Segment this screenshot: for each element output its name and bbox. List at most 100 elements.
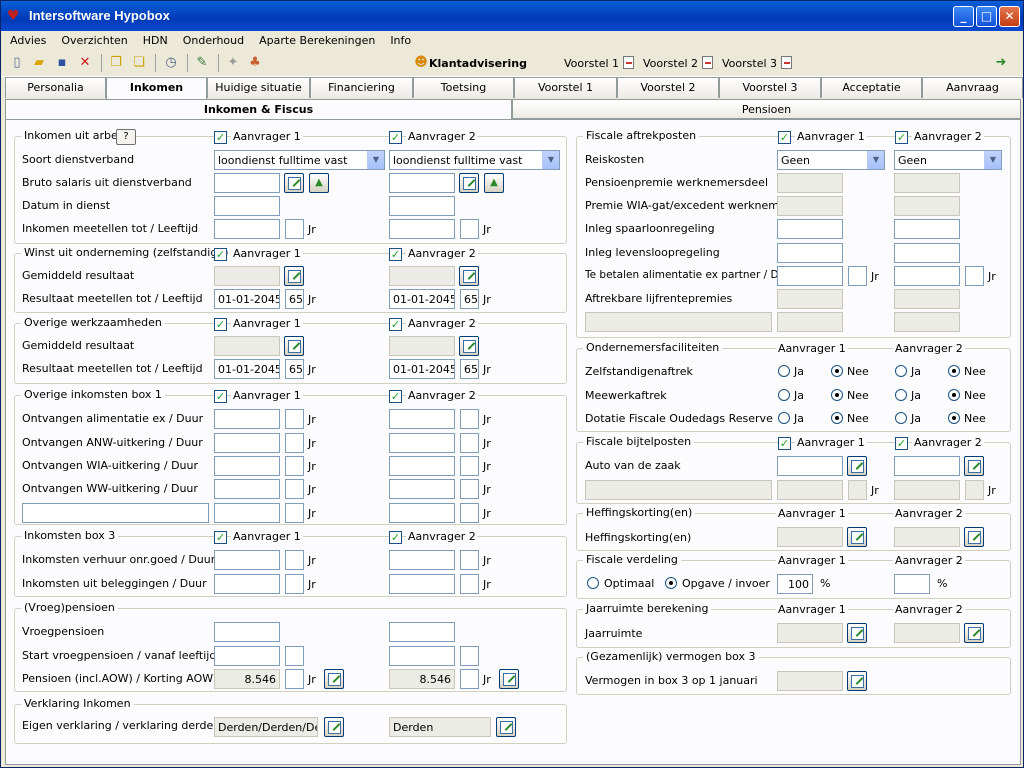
tab-acceptatie[interactable]: Acceptatie (821, 77, 922, 98)
alimentatie-a2-input[interactable] (389, 409, 455, 429)
premie-wia-a1-input[interactable] (777, 196, 843, 216)
meetellen-datum-a1-input[interactable] (214, 219, 280, 239)
tab-voorstel-1[interactable]: Voorstel 1 (514, 77, 617, 98)
tab-voorstel-3[interactable]: Voorstel 3 (719, 77, 821, 98)
save-icon[interactable]: ▪ (54, 55, 70, 71)
voorstel-2-link[interactable]: Voorstel 2 (643, 56, 714, 70)
meewerkaftrek-a2-nee-radio[interactable] (948, 389, 960, 401)
voorstel-3-link[interactable]: Voorstel 3 (722, 56, 793, 70)
alimentatie-ex-a1-input[interactable] (777, 266, 843, 286)
zelfstandigenaftrek-a2-ja-radio[interactable] (895, 365, 907, 377)
dotatie-a1-nee-radio[interactable] (831, 412, 843, 424)
verhuur-a2-input[interactable] (389, 550, 455, 570)
alimentatie-ex-duur-a1-input[interactable] (848, 266, 867, 286)
zelfstandigenaftrek-a1-ja-radio[interactable] (778, 365, 790, 377)
wia-duur-a2-input[interactable] (460, 456, 479, 476)
edit-icon[interactable] (499, 669, 519, 689)
extra-aftrek-a1-input[interactable] (777, 312, 843, 332)
start-vroegpensioen-a2-input[interactable] (389, 646, 455, 666)
meetellen-leeftijd-a1-input[interactable]: 65 (285, 359, 304, 379)
beleggingen-a1-input[interactable] (214, 574, 280, 594)
pensioenpremie-a2-input[interactable] (894, 173, 960, 193)
meetellen-datum-a2-input[interactable] (389, 219, 455, 239)
start-leeftijd-a1-input[interactable] (285, 646, 304, 666)
levensloop-a1-input[interactable] (777, 243, 843, 263)
start-vroegpensioen-a1-input[interactable] (214, 646, 280, 666)
bijtel-a2-input[interactable] (894, 480, 960, 500)
edit-icon[interactable] (964, 623, 984, 643)
edit-icon[interactable] (284, 266, 304, 286)
vroegpensioen-a2-input[interactable] (389, 622, 455, 642)
overige-duur-a1-input[interactable] (285, 503, 304, 523)
edit-icon[interactable] (324, 717, 344, 737)
meewerkaftrek-a2-ja-radio[interactable] (895, 389, 907, 401)
heffingskorting-a1-input[interactable] (777, 527, 843, 547)
aanvrager-2-checkbox[interactable]: ✓ (895, 437, 908, 450)
tab-pensioen[interactable]: Pensioen (512, 99, 1021, 119)
aanvrager-2-checkbox[interactable]: ✓ (389, 531, 402, 544)
vermogen-input[interactable] (777, 671, 843, 691)
aanvrager-1-checkbox[interactable]: ✓ (214, 248, 227, 261)
lijfrentepremies-a1-input[interactable] (777, 289, 843, 309)
paste-icon[interactable]: ❏ (131, 55, 147, 71)
timer-icon[interactable]: ◷ (163, 55, 179, 71)
gemiddeld-resultaat-a1-input[interactable] (214, 336, 280, 356)
new-icon[interactable]: ▯ (9, 55, 25, 71)
soort-dienstverband-a2-select[interactable]: loondienst fulltime vast ▼ (389, 150, 560, 170)
gemiddeld-resultaat-a2-input[interactable] (389, 266, 455, 286)
anw-duur-a2-input[interactable] (460, 433, 479, 453)
edit-icon[interactable] (847, 671, 867, 691)
bruto-salaris-a1-input[interactable] (214, 173, 280, 193)
menu-info[interactable]: Info (381, 31, 417, 47)
anw-a1-input[interactable] (214, 433, 280, 453)
lijfrentepremies-a2-input[interactable] (894, 289, 960, 309)
help-button[interactable]: ? (116, 129, 136, 145)
verklaring-a1-input[interactable]: Derden/Derden/Derden (214, 717, 318, 737)
ww-a1-input[interactable] (214, 479, 280, 499)
overige-a1-input[interactable] (214, 503, 280, 523)
verhuur-duur-a2-input[interactable] (460, 550, 479, 570)
ww-duur-a1-input[interactable] (285, 479, 304, 499)
verhuur-a1-input[interactable] (214, 550, 280, 570)
aanvrager-2-checkbox[interactable]: ✓ (389, 318, 402, 331)
tab-inkomen-fiscus[interactable]: Inkomen & Fiscus (5, 99, 512, 120)
meetellen-leeftijd-a2-input[interactable]: 65 (460, 289, 479, 309)
edit-icon[interactable] (284, 336, 304, 356)
open-icon[interactable]: ▰ (31, 55, 47, 71)
close-button[interactable]: ✕ (999, 6, 1020, 27)
tab-personalia[interactable]: Personalia (5, 77, 106, 98)
edit-icon[interactable] (847, 456, 867, 476)
meetellen-datum-a1-input[interactable]: 01-01-2045 (214, 359, 280, 379)
datum-in-dienst-a2-input[interactable] (389, 196, 455, 216)
calculator-icon[interactable]: ▲ (484, 173, 504, 193)
calculator-icon[interactable]: ▲ (309, 173, 329, 193)
bijtel-duur-a1-input[interactable] (848, 480, 867, 500)
aanvrager-1-checkbox[interactable]: ✓ (778, 437, 791, 450)
beleggingen-duur-a2-input[interactable] (460, 574, 479, 594)
edit-icon[interactable] (847, 623, 867, 643)
beleggingen-duur-a1-input[interactable] (285, 574, 304, 594)
start-leeftijd-a2-input[interactable] (460, 646, 479, 666)
edit-icon[interactable] (459, 336, 479, 356)
edit-icon[interactable] (459, 173, 479, 193)
tab-voorstel-2[interactable]: Voorstel 2 (617, 77, 719, 98)
voorstel-1-link[interactable]: Voorstel 1 (564, 56, 635, 70)
edit-icon[interactable] (496, 717, 516, 737)
opgave-invoer-radio[interactable] (665, 577, 677, 589)
premie-wia-a2-input[interactable] (894, 196, 960, 216)
tab-inkomen[interactable]: Inkomen (106, 77, 207, 99)
korting-aow-a2-input[interactable] (460, 669, 479, 689)
alimentatie-ex-a2-input[interactable] (894, 266, 960, 286)
aanvrager-2-checkbox[interactable]: ✓ (389, 131, 402, 144)
menu-onderhoud[interactable]: Onderhoud (174, 31, 250, 47)
reiskosten-a1-select[interactable]: Geen ▼ (777, 150, 885, 170)
beleggingen-a2-input[interactable] (389, 574, 455, 594)
gemiddeld-resultaat-a1-input[interactable] (214, 266, 280, 286)
tab-toetsing[interactable]: Toetsing (413, 77, 514, 98)
alimentatie-a1-input[interactable] (214, 409, 280, 429)
overige-omschrijving-input[interactable] (22, 503, 209, 523)
dotatie-a2-nee-radio[interactable] (948, 412, 960, 424)
dotatie-a1-ja-radio[interactable] (778, 412, 790, 424)
edit-icon[interactable] (284, 173, 304, 193)
tab-huidige-situatie[interactable]: Huidige situatie (207, 77, 310, 98)
